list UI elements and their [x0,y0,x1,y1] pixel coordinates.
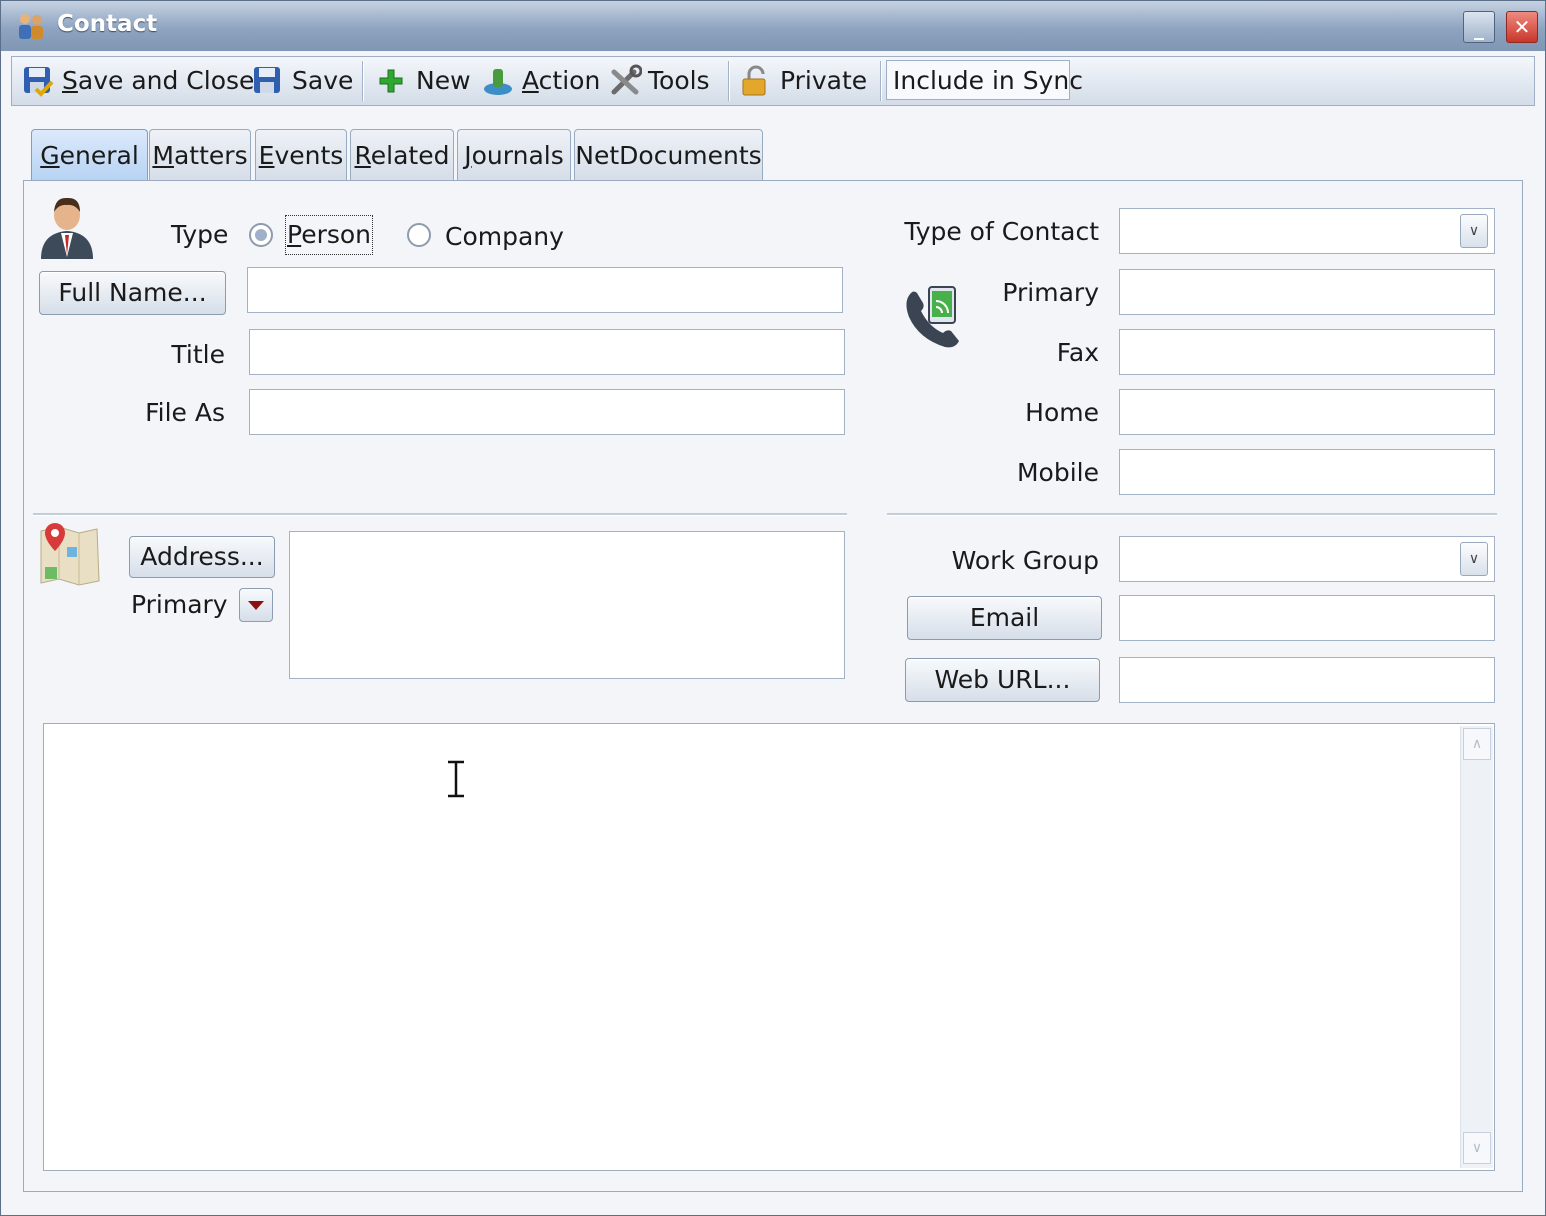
company-radio[interactable] [407,223,431,247]
phone-fax-input[interactable] [1119,329,1495,375]
tab-netdocuments-label: NetDocuments [575,141,762,170]
address-type-label: Primary [131,590,228,619]
tab-netdocuments[interactable]: NetDocuments [574,129,763,181]
padlock-icon [742,65,766,96]
include-in-sync-label: Include in Sync [893,66,1083,95]
save-and-close-button[interactable]: Save and Close [20,57,254,105]
tab-events[interactable]: Events [255,129,347,181]
text-cursor-icon [448,760,464,798]
close-icon: ✕ [1513,15,1531,39]
save-label: Save [292,66,354,95]
toolbar-separator [362,61,363,101]
minimize-button[interactable]: _ [1463,11,1495,43]
phone-primary-input[interactable] [1119,269,1495,315]
save-close-icon [24,67,54,97]
save-and-close-mnemonic: S [62,66,78,95]
notes-scrollbar[interactable]: ∧ ∨ [1460,726,1493,1168]
title-label: Title [171,340,225,369]
phone-mobile-input[interactable] [1119,449,1495,495]
tab-related-mnemonic: R [354,141,371,170]
web-url-button[interactable]: Web URL... [905,658,1100,702]
tab-events-label: vents [274,141,344,170]
tab-journals-label: ournals [471,141,564,170]
full-name-button[interactable]: Full Name... [39,271,226,315]
tab-journals-mnemonic: J [464,141,472,170]
tab-general[interactable]: General [31,129,148,181]
tab-related[interactable]: Related [350,129,454,181]
phone-home-label: Home [1025,398,1099,427]
action-label: ction [538,66,601,95]
tab-general-mnemonic: G [40,141,60,170]
title-bar[interactable]: Contact _ ✕ [1,1,1545,51]
tools-icon [611,64,642,95]
window-title: Contact [57,11,158,37]
file-as-label: File As [145,398,225,427]
person-icon [41,197,93,259]
save-and-close-label: ave and Close [77,66,255,95]
web-url-input[interactable] [1119,657,1495,703]
file-as-input[interactable] [249,389,845,435]
title-input[interactable] [249,329,845,375]
chevron-down-icon[interactable]: ∨ [1460,214,1488,248]
close-button[interactable]: ✕ [1506,11,1538,43]
tab-journals[interactable]: Journals [457,129,571,181]
work-group-combo[interactable]: ∨ [1119,536,1495,582]
triangle-down-icon [248,601,264,610]
scroll-down-icon[interactable]: ∨ [1463,1132,1491,1164]
person-radio[interactable] [249,223,273,247]
private-label: Private [780,66,868,95]
section-divider [887,513,1497,516]
include-in-sync-toggle[interactable]: Include in Sync [886,60,1083,100]
phone-primary-label: Primary [1002,278,1099,307]
tab-matters-mnemonic: M [152,141,174,170]
phone-mobile-label: Mobile [1016,458,1099,487]
private-button[interactable]: Private [740,57,876,105]
company-radio-label[interactable]: Company [445,222,564,251]
full-name-input[interactable] [247,267,843,313]
action-button[interactable]: Action [482,57,602,105]
person-radio-label[interactable]: Person [285,215,374,255]
notes-area[interactable]: ∧ ∨ [43,723,1495,1171]
phone-home-input[interactable] [1119,389,1495,435]
type-label: Type [171,220,229,249]
address-type-dropdown[interactable] [239,588,273,622]
contact-window: Contact _ ✕ Save and Close Save New Acti… [0,0,1546,1216]
tools-label: Tools [648,66,710,95]
chevron-down-icon[interactable]: ∨ [1460,542,1488,576]
toolbar-separator [728,61,729,101]
phone-icon [906,286,959,348]
email-input[interactable] [1119,595,1495,641]
new-label: New [416,66,471,95]
tab-matters[interactable]: Matters [149,129,251,181]
save-icon [254,67,280,93]
scroll-up-icon[interactable]: ∧ [1463,728,1491,760]
toolbar: Save and Close Save New Action Tools Pri… [11,56,1535,106]
map-pin-icon [40,523,100,586]
radio-dot [255,229,267,241]
email-button[interactable]: Email [907,596,1102,640]
person-label-text: erson [301,220,372,249]
tab-related-label: elated [370,141,450,170]
address-textarea[interactable] [289,531,845,679]
section-divider [33,513,847,516]
tab-general-label: eneral [59,141,139,170]
save-button[interactable]: Save [252,57,354,105]
minimize-icon: _ [1474,16,1484,40]
phone-fax-label: Fax [1056,338,1099,367]
toolbar-separator [880,61,881,101]
address-button[interactable]: Address... [129,536,275,578]
contacts-icon [19,14,43,39]
tab-events-mnemonic: E [258,141,275,170]
action-icon [484,69,512,95]
action-mnemonic: A [522,66,539,95]
tools-button[interactable]: Tools [608,57,723,105]
new-button[interactable]: New [376,57,476,105]
tab-matters-label: atters [173,141,248,170]
plus-icon [379,69,403,93]
work-group-label: Work Group [951,546,1099,575]
type-of-contact-label: Type of Contact [904,217,1099,246]
type-of-contact-combo[interactable]: ∨ [1119,208,1495,254]
person-mnemonic: P [287,220,302,249]
